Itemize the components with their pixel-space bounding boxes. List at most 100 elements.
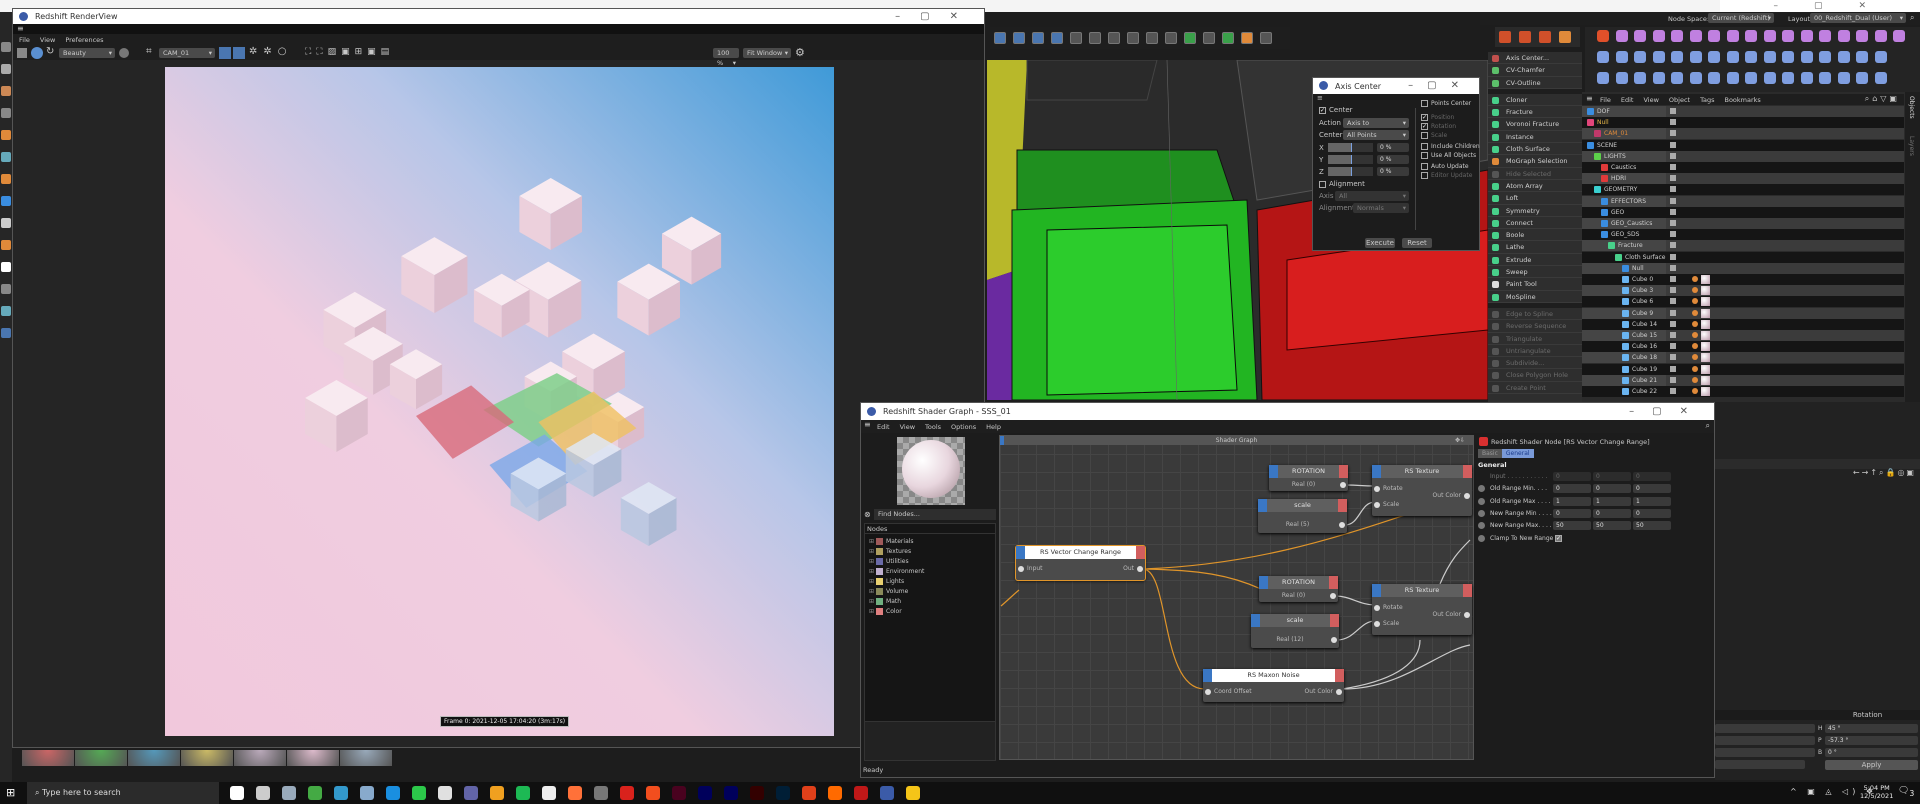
object-row[interactable]: Cube 21 (1582, 374, 1904, 386)
position-z-field[interactable] (1715, 748, 1815, 757)
camera-dropdown[interactable]: CAM_01 (159, 48, 215, 58)
menu-view[interactable]: View (900, 423, 915, 431)
center-checkbox[interactable]: ✓ Center (1319, 106, 1353, 114)
object-row[interactable]: Cube 19 (1582, 363, 1904, 375)
acrobat-icon[interactable] (620, 786, 634, 800)
clock[interactable]: 5:04 PM 12/5/2021 (1860, 784, 1893, 800)
position-x-field[interactable] (1715, 724, 1815, 733)
option-include-children[interactable]: Include Children (1421, 143, 1480, 150)
media-encoder-icon[interactable] (698, 786, 712, 800)
object-row[interactable]: GEO_SDS (1582, 229, 1904, 241)
command-paint-tool[interactable]: Paint Tool (1488, 278, 1582, 291)
point-tag-icon[interactable] (1692, 388, 1698, 394)
menu-object[interactable]: Object (1669, 96, 1690, 104)
expand-icon[interactable]: ⊞ (869, 588, 874, 595)
point-tag-icon[interactable] (1692, 298, 1698, 305)
snapshot-thumbnail[interactable] (22, 750, 74, 766)
param-animate-icon[interactable] (1478, 497, 1485, 505)
menu-edit[interactable]: Edit (877, 423, 890, 431)
object-palette-icon[interactable] (1800, 30, 1813, 42)
tool-icon[interactable] (1, 218, 11, 228)
visibility-toggle[interactable] (1670, 388, 1676, 394)
object-palette-icon[interactable] (1726, 72, 1739, 84)
menu-view[interactable]: View (1643, 96, 1658, 104)
object-row[interactable]: GEO_Caustics (1582, 218, 1904, 229)
menu-file[interactable]: File (19, 36, 30, 44)
tool-icon[interactable] (1, 42, 11, 52)
object-palette-icon[interactable] (1856, 30, 1868, 42)
search-icon[interactable]: ⌕ (1706, 421, 1710, 431)
thunderbird-icon[interactable] (490, 786, 504, 800)
action-dropdown[interactable]: Axis to (1343, 118, 1409, 128)
param-value-field[interactable]: 0 (1553, 484, 1591, 494)
object-palette-icon[interactable] (1597, 30, 1609, 42)
c-app-icon[interactable] (542, 786, 556, 800)
snapshot-thumbnail[interactable] (234, 750, 286, 766)
snapshot-tools-icons[interactable]: ⛶⛶▨▣⊞▣▤ (305, 47, 394, 57)
visibility-toggle[interactable] (1670, 298, 1676, 305)
visibility-toggle[interactable] (1670, 365, 1676, 372)
object-palette-icon[interactable] (1634, 51, 1646, 63)
command-hide-selected[interactable]: Hide Selected (1488, 168, 1582, 180)
port-socket[interactable] (1205, 689, 1211, 695)
port-socket[interactable] (1018, 566, 1024, 572)
search-box[interactable]: ⌕ Type here to search (27, 782, 219, 804)
category-materials[interactable]: ⊞ Materials (869, 537, 995, 547)
grid-icon[interactable] (233, 47, 245, 59)
object-row[interactable]: Cube 6 (1582, 296, 1904, 308)
freeze-icons[interactable]: ✲✲○ (249, 46, 292, 57)
snapshot-thumbnail[interactable] (128, 750, 180, 766)
port-socket[interactable] (1330, 593, 1336, 599)
zoom-field[interactable]: 100 % (713, 48, 739, 68)
apply-button[interactable]: Apply (1825, 760, 1918, 770)
illustrator-icon[interactable] (750, 786, 764, 800)
visibility-toggle[interactable] (1670, 220, 1676, 226)
point-tag-icon[interactable] (1692, 320, 1698, 327)
object-row[interactable]: LIGHTS (1582, 150, 1904, 162)
expand-icon[interactable]: ⊞ (869, 558, 874, 565)
material-tag-icon[interactable] (1701, 342, 1710, 352)
material-tag-icon[interactable] (1701, 297, 1710, 307)
param-value-field[interactable]: 0 (1593, 484, 1631, 494)
checkbox[interactable] (1421, 132, 1428, 139)
object-palette-icon[interactable] (1708, 30, 1720, 42)
snapshot-thumbnail[interactable] (340, 750, 392, 766)
x-value-field[interactable]: 0 % (1377, 143, 1409, 152)
visibility-toggle[interactable] (1670, 253, 1676, 260)
viewport-tool-icon[interactable] (1241, 32, 1253, 44)
object-palette-icon[interactable] (1745, 51, 1757, 63)
position-y-field[interactable] (1715, 736, 1815, 745)
object-palette-icon[interactable] (1782, 51, 1794, 63)
object-row[interactable]: Fracture (1582, 240, 1904, 252)
tab-objects[interactable]: Objects (1908, 96, 1915, 119)
param-value-field[interactable]: 50 (1593, 521, 1631, 531)
param-animate-icon[interactable] (1478, 509, 1485, 517)
expand-icon[interactable]: ⊞ (869, 538, 874, 545)
object-palette-icon[interactable] (1763, 72, 1776, 84)
option-editor-update[interactable]: Editor Update (1421, 172, 1472, 179)
center-dropdown[interactable]: All Points (1343, 130, 1409, 140)
object-row[interactable]: Caustics (1582, 162, 1904, 173)
port-socket[interactable] (1374, 621, 1380, 627)
object-palette-icon[interactable] (1819, 51, 1831, 63)
rotation-h-field[interactable]: 45 ° (1825, 724, 1918, 733)
object-palette-icon[interactable] (1652, 30, 1665, 42)
expand-icon[interactable]: ⊞ (869, 598, 874, 605)
command-mospline[interactable]: MoSpline (1488, 291, 1582, 303)
window-controls[interactable]: –▢✕ (1629, 403, 1706, 420)
firefox-icon[interactable] (568, 786, 582, 800)
rgb-icon[interactable] (119, 48, 129, 58)
render-tool-icon[interactable] (1559, 31, 1571, 43)
tool-icon[interactable] (1, 284, 11, 294)
object-palette-icon[interactable] (1874, 72, 1887, 84)
category-utilities[interactable]: ⊞ Utilities (869, 557, 995, 567)
object-palette-icon[interactable] (1689, 30, 1702, 42)
skype-icon[interactable] (386, 786, 400, 800)
node-vcr[interactable]: RS Vector Change Range Input Out (1015, 545, 1146, 581)
render-tool-icon[interactable] (1539, 31, 1551, 43)
checkbox[interactable] (1421, 172, 1428, 179)
expand-icon[interactable]: ⊞ (869, 578, 874, 585)
object-row[interactable]: Null (1582, 262, 1904, 274)
command-boole[interactable]: Boole (1488, 229, 1582, 242)
object-palette-icon[interactable] (1819, 72, 1831, 84)
